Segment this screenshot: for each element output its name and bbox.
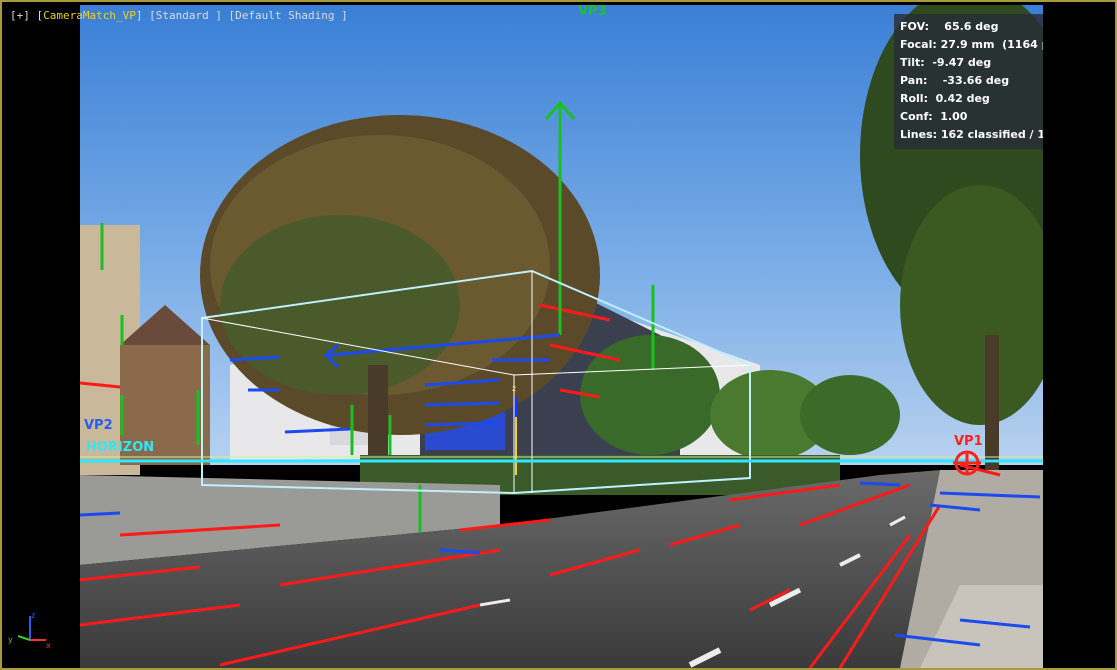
- viewport-label[interactable]: [+] [CameraMatch_VP] [Standard ] [Defaul…: [10, 9, 348, 22]
- viewport-shading-labels[interactable]: ] [Standard ] [Default Shading ]: [136, 9, 348, 22]
- gizmo-z-label: z: [31, 611, 35, 620]
- axis-gizmo-icon: z x y: [8, 611, 51, 650]
- vp3-label: VP3: [578, 4, 607, 19]
- camera-name[interactable]: CameraMatch_VP: [43, 9, 136, 22]
- info-tilt: Tilt: -9.47 deg: [900, 56, 992, 69]
- gizmo-y-label: y: [8, 635, 13, 644]
- info-roll: Roll: 0.42 deg: [900, 92, 990, 105]
- info-fov: FOV: 65.6 deg: [900, 20, 999, 33]
- vp1-label: VP1: [954, 434, 983, 449]
- gizmo-x-label: x: [46, 641, 51, 650]
- info-focal: Focal: 27.9 mm (1164 px): [900, 38, 1043, 51]
- horizon-label: HORIZON: [86, 440, 155, 455]
- info-lines: Lines: 162 classified / 185 total: [900, 128, 1043, 141]
- info-conf: Conf: 1.00: [900, 110, 968, 123]
- viewport-menu-prefix[interactable]: [+] [: [10, 9, 43, 22]
- mid-trees: [580, 335, 720, 455]
- photo-backdrop[interactable]: z FOV: 65.6 deg Focal: 27.9 mm (1164 Til…: [80, 5, 1043, 668]
- vp2-label: VP2: [84, 418, 113, 433]
- info-pan: Pan: -33.66 deg: [900, 74, 1010, 87]
- viewport[interactable]: z FOV: 65.6 deg Focal: 27.9 mm (1164 Til…: [0, 0, 1117, 670]
- camera-info-panel: FOV: 65.6 deg Focal: 27.9 mm (1164 px) T…: [894, 14, 1043, 149]
